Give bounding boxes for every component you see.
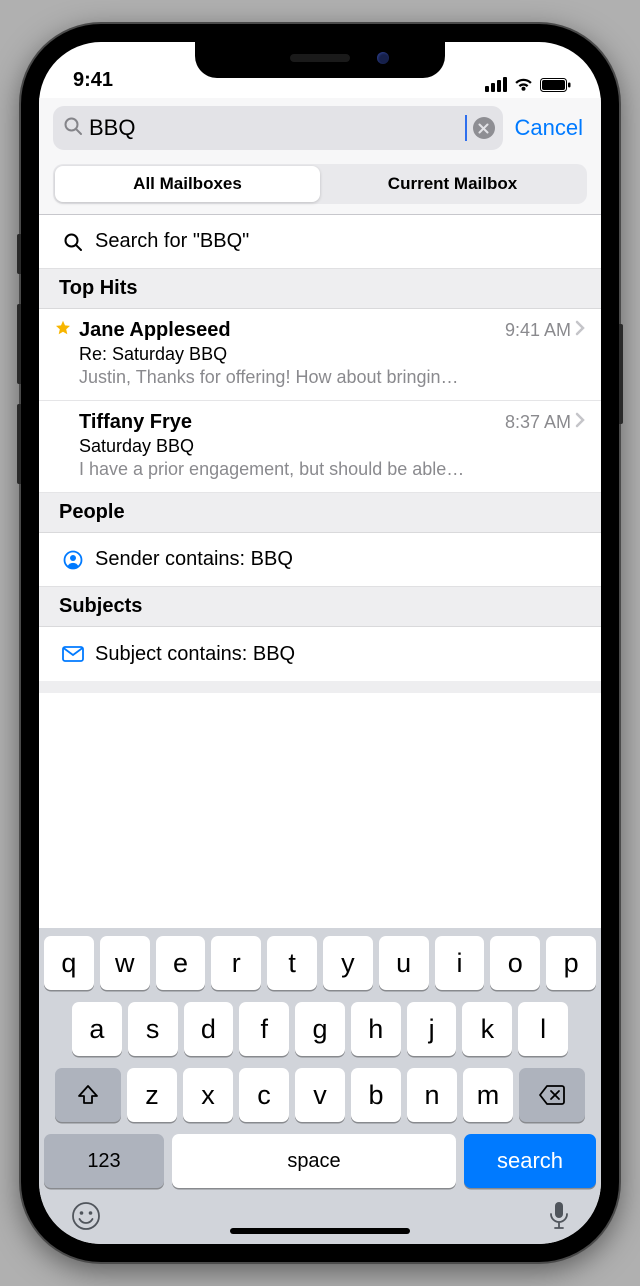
dictation-key[interactable]: [548, 1200, 570, 1232]
backspace-key[interactable]: [519, 1068, 585, 1122]
clear-search-icon[interactable]: [473, 117, 495, 139]
search-for-label: Search for "BBQ": [95, 230, 249, 253]
mail-from: Tiffany Frye: [77, 411, 505, 434]
key-y[interactable]: y: [323, 936, 373, 990]
key-w[interactable]: w: [100, 936, 150, 990]
search-action-key[interactable]: search: [464, 1134, 596, 1188]
key-o[interactable]: o: [490, 936, 540, 990]
key-u[interactable]: u: [379, 936, 429, 990]
key-c[interactable]: c: [239, 1068, 289, 1122]
key-row-1: q w e r t y u i o p: [44, 936, 596, 990]
key-row-3: z x c v b n m: [44, 1068, 596, 1122]
key-j[interactable]: j: [407, 1002, 457, 1056]
mailbox-scope-segmented[interactable]: All Mailboxes Current Mailbox: [53, 164, 587, 204]
key-d[interactable]: d: [184, 1002, 234, 1056]
key-t[interactable]: t: [267, 936, 317, 990]
key-p[interactable]: p: [546, 936, 596, 990]
envelope-icon: [59, 646, 87, 662]
mail-time: 8:37 AM: [505, 412, 571, 433]
key-q[interactable]: q: [44, 936, 94, 990]
suggestion-label: Sender contains: BBQ: [95, 548, 293, 571]
key-e[interactable]: e: [156, 936, 206, 990]
cellular-icon: [485, 77, 507, 92]
wifi-icon: [513, 77, 534, 92]
suggestion-label: Subject contains: BBQ: [95, 643, 295, 666]
mail-item[interactable]: Tiffany Frye 8:37 AM Saturday BBQ I have…: [39, 401, 601, 493]
key-z[interactable]: z: [127, 1068, 177, 1122]
key-s[interactable]: s: [128, 1002, 178, 1056]
key-row-2: a s d f g h j k l: [44, 1002, 596, 1056]
star-icon: [55, 320, 77, 341]
mail-from: Jane Appleseed: [77, 319, 505, 342]
segment-current-mailbox[interactable]: Current Mailbox: [320, 166, 585, 202]
home-indicator[interactable]: [230, 1228, 410, 1234]
mail-preview: Justin, Thanks for offering! How about b…: [59, 367, 585, 388]
section-subjects: Subjects: [39, 587, 601, 627]
key-k[interactable]: k: [462, 1002, 512, 1056]
mail-time: 9:41 AM: [505, 320, 571, 341]
section-top-hits: Top Hits: [39, 269, 601, 309]
key-n[interactable]: n: [407, 1068, 457, 1122]
suggestion-subject-contains[interactable]: Subject contains: BBQ: [39, 627, 601, 681]
search-header: Cancel All Mailboxes Current Mailbox: [39, 98, 601, 214]
key-b[interactable]: b: [351, 1068, 401, 1122]
search-field[interactable]: [53, 106, 503, 150]
search-icon: [59, 232, 87, 252]
mail-preview: I have a prior engagement, but should be…: [59, 459, 585, 480]
numeric-key[interactable]: 123: [44, 1134, 164, 1188]
key-f[interactable]: f: [239, 1002, 289, 1056]
section-people: People: [39, 493, 601, 533]
key-x[interactable]: x: [183, 1068, 233, 1122]
key-r[interactable]: r: [211, 936, 261, 990]
key-v[interactable]: v: [295, 1068, 345, 1122]
keyboard[interactable]: q w e r t y u i o p a s d f g h j k l: [39, 928, 601, 1244]
key-l[interactable]: l: [518, 1002, 568, 1056]
mail-subject: Re: Saturday BBQ: [59, 344, 585, 365]
status-time: 9:41: [73, 69, 113, 92]
key-m[interactable]: m: [463, 1068, 513, 1122]
space-key[interactable]: space: [172, 1134, 456, 1188]
cancel-button[interactable]: Cancel: [513, 115, 587, 141]
results-list[interactable]: Search for "BBQ" Top Hits Jane Appleseed…: [39, 215, 601, 693]
emoji-key[interactable]: [70, 1200, 102, 1232]
segment-all-mailboxes[interactable]: All Mailboxes: [55, 166, 320, 202]
mail-subject: Saturday BBQ: [59, 436, 585, 457]
battery-icon: [540, 78, 571, 92]
text-caret: [465, 115, 467, 141]
chevron-right-icon: [575, 320, 585, 341]
search-for-row[interactable]: Search for "BBQ": [39, 215, 601, 269]
shift-key[interactable]: [55, 1068, 121, 1122]
key-row-4: 123 space search: [44, 1134, 596, 1188]
search-input[interactable]: [89, 115, 463, 141]
chevron-right-icon: [575, 412, 585, 433]
key-g[interactable]: g: [295, 1002, 345, 1056]
key-a[interactable]: a: [72, 1002, 122, 1056]
mail-item[interactable]: Jane Appleseed 9:41 AM Re: Saturday BBQ …: [39, 309, 601, 401]
key-i[interactable]: i: [435, 936, 485, 990]
suggestion-sender-contains[interactable]: Sender contains: BBQ: [39, 533, 601, 587]
person-icon: [59, 550, 87, 570]
search-icon: [63, 116, 83, 141]
key-h[interactable]: h: [351, 1002, 401, 1056]
